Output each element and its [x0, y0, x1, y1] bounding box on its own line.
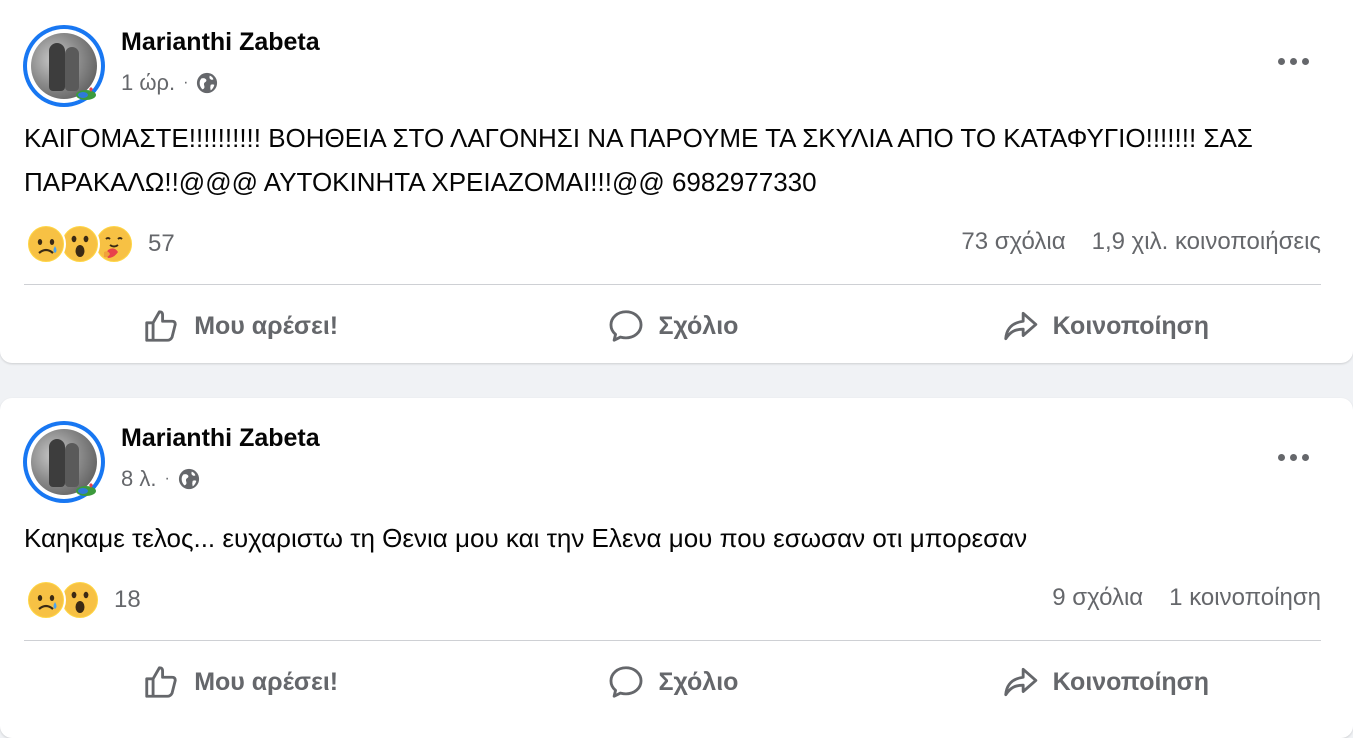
sad-reaction-icon [26, 224, 66, 264]
post-actions: Μου αρέσει! Σχόλιο Κοινοποίηση [24, 298, 1321, 354]
divider [24, 284, 1321, 285]
share-button[interactable]: Κοινοποίηση [889, 654, 1321, 710]
like-label: Μου αρέσει! [194, 311, 339, 340]
share-arrow-icon [1003, 311, 1037, 341]
share-label: Κοινοποίηση [1052, 667, 1210, 696]
post-meta: 1 ώρ. · [121, 70, 218, 96]
divider [24, 640, 1321, 641]
post-text: Καηκαμε τελος... ευχαριστω τη Θενια μου … [24, 523, 1028, 553]
wow-reaction-icon [60, 224, 100, 264]
wow-reaction-icon [60, 580, 100, 620]
profile-frame-badge-icon [76, 87, 96, 100]
post-timestamp[interactable]: 1 ώρ. [121, 70, 175, 96]
comment-icon [609, 310, 643, 342]
meta-separator: · [183, 74, 189, 91]
care-reaction-icon [94, 224, 134, 264]
post-stats: 73 σχόλια 1,9 χιλ. κοινοποιήσεις [961, 228, 1321, 256]
comment-button[interactable]: Σχόλιο [456, 654, 888, 710]
comment-icon [609, 666, 643, 698]
more-options-button[interactable] [1273, 447, 1313, 467]
comment-label: Σχόλιο [658, 311, 739, 340]
comments-count-link[interactable]: 9 σχόλια [1052, 584, 1143, 612]
share-arrow-icon [1003, 667, 1037, 697]
comment-label: Σχόλιο [658, 667, 739, 696]
shares-count-link[interactable]: 1,9 χιλ. κοινοποιήσεις [1092, 228, 1321, 256]
author-avatar[interactable] [23, 25, 105, 107]
like-label: Μου αρέσει! [194, 667, 339, 696]
post-actions: Μου αρέσει! Σχόλιο Κοινοποίηση [24, 654, 1321, 710]
reaction-count: 18 [114, 586, 141, 613]
reactions-summary[interactable]: 18 [26, 580, 141, 620]
comment-button[interactable]: Σχόλιο [456, 298, 888, 354]
post-stats: 9 σχόλια 1 κοινοποίηση [1052, 584, 1321, 612]
post-meta: 8 λ. · [121, 466, 200, 492]
shares-count-link[interactable]: 1 κοινοποίηση [1169, 584, 1321, 612]
profile-frame-badge-icon [76, 483, 96, 496]
post-text: ΚΑΙΓΟΜΑΣΤΕ!!!!!!!!!! ΒΟΗΘΕΙΑ ΣΤΟ ΛΑΓΟΝΗΣ… [24, 123, 1253, 197]
comments-count-link[interactable]: 73 σχόλια [961, 228, 1065, 256]
sad-reaction-icon [26, 580, 66, 620]
author-name[interactable]: Marianthi Zabeta [121, 28, 320, 57]
author-name[interactable]: Marianthi Zabeta [121, 424, 320, 453]
like-button[interactable]: Μου αρέσει! [24, 298, 456, 354]
thumbs-up-icon [145, 310, 177, 342]
like-button[interactable]: Μου αρέσει! [24, 654, 456, 710]
author-avatar[interactable] [23, 421, 105, 503]
more-options-button[interactable] [1273, 51, 1313, 71]
globe-icon [197, 72, 218, 94]
share-label: Κοινοποίηση [1052, 311, 1210, 340]
post-card: Marianthi Zabeta 8 λ. · Καηκαμε τελος...… [0, 398, 1353, 738]
meta-separator: · [164, 470, 170, 487]
share-button[interactable]: Κοινοποίηση [889, 298, 1321, 354]
reaction-count: 57 [148, 230, 175, 257]
post-card: Marianthi Zabeta 1 ώρ. · ΚΑΙΓΟΜΑΣΤΕ!!!!!… [0, 0, 1353, 363]
thumbs-up-icon [145, 666, 177, 698]
globe-icon [178, 468, 199, 490]
post-timestamp[interactable]: 8 λ. [121, 466, 156, 492]
reactions-summary[interactable]: 57 [26, 224, 175, 264]
